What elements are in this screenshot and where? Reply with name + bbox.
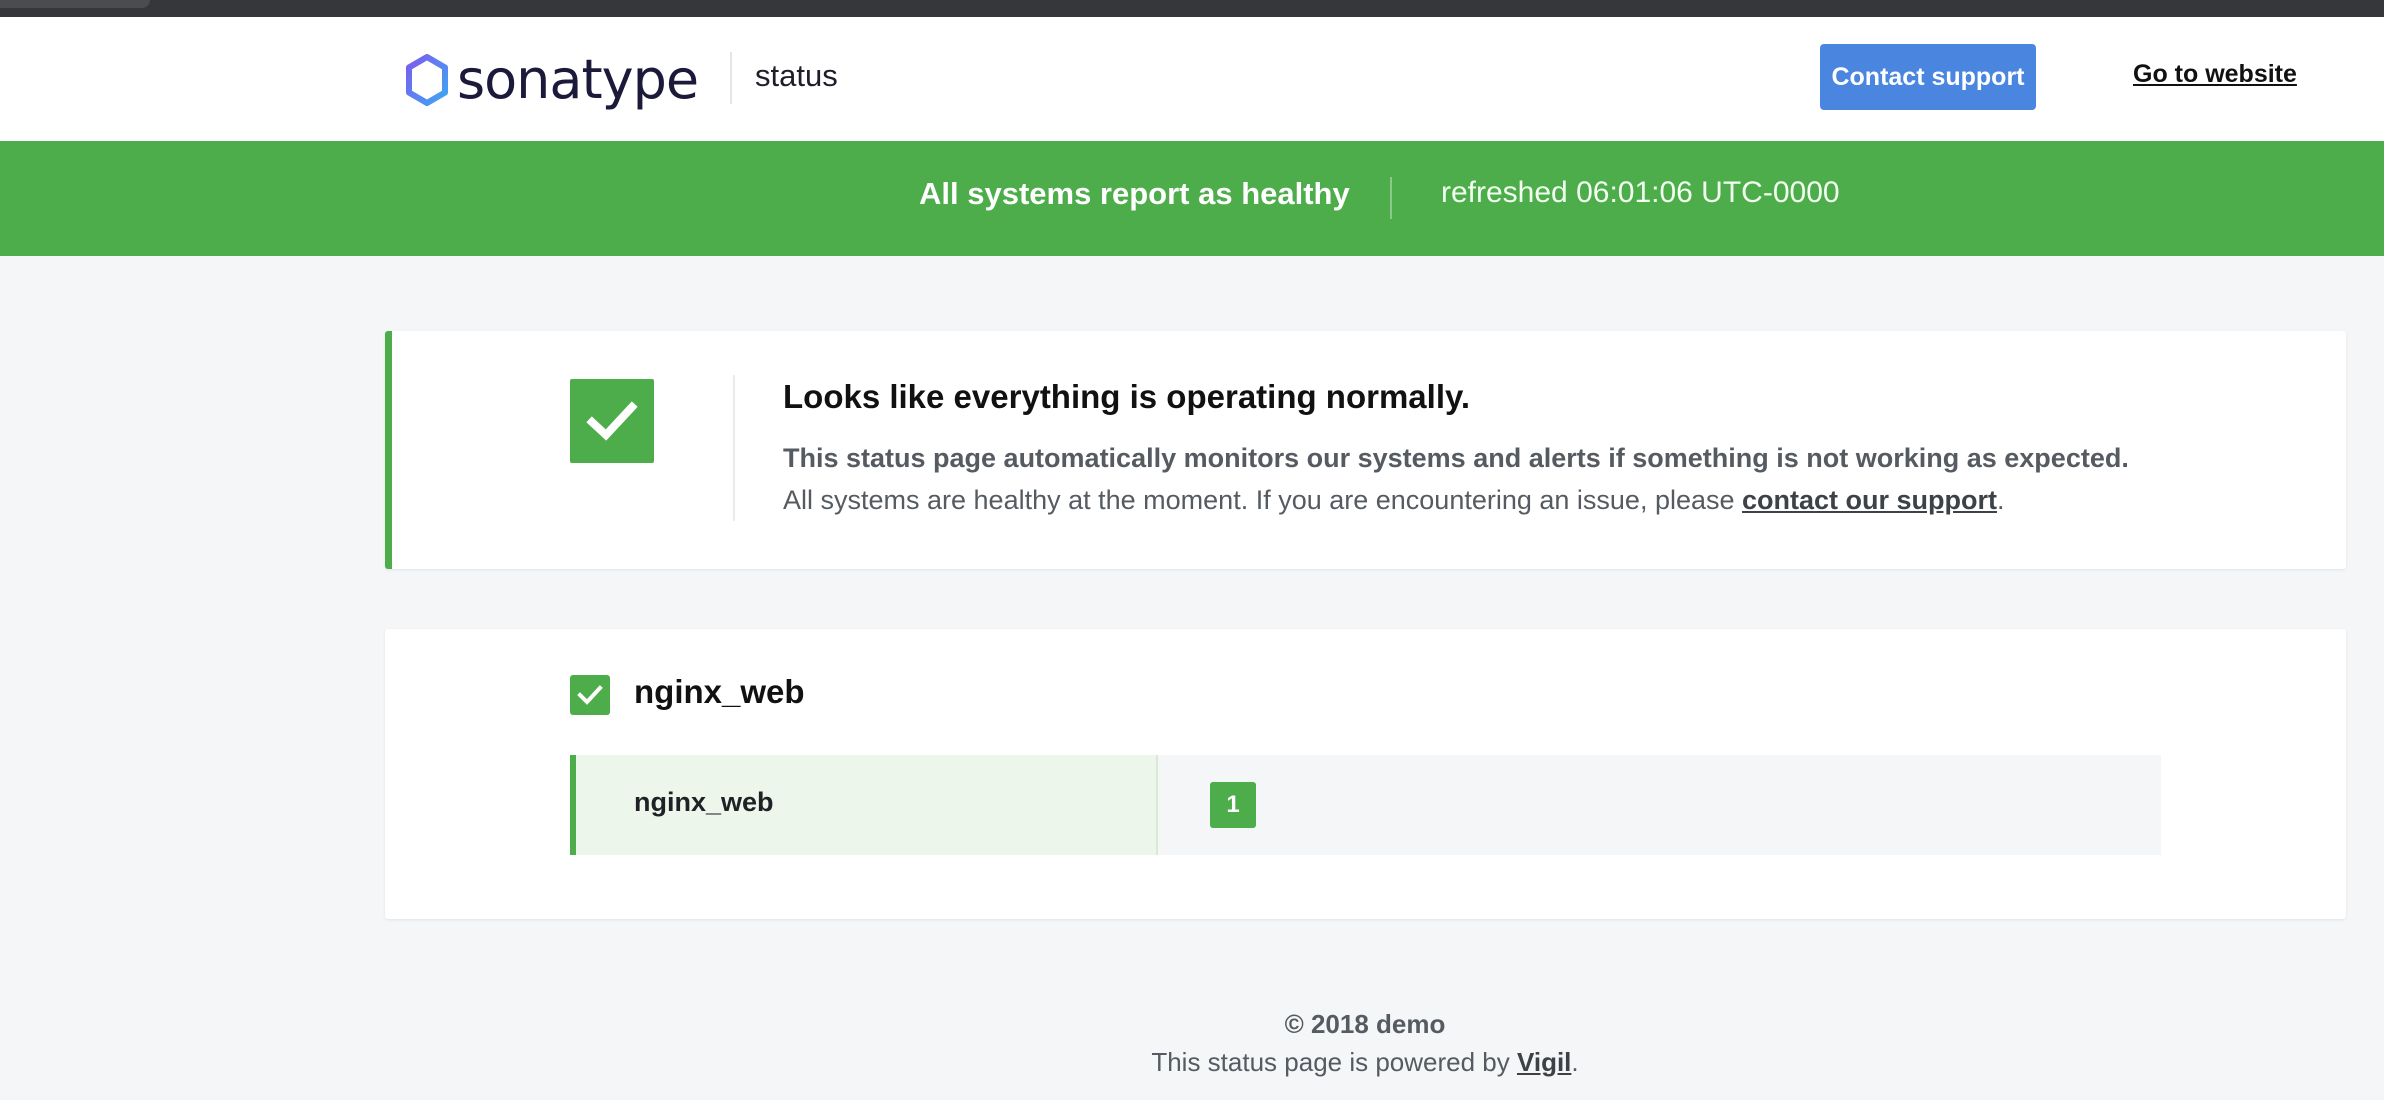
sonatype-logo-icon	[406, 54, 448, 106]
node-cell: nginx_web	[570, 755, 1158, 855]
contact-support-link[interactable]: contact our support	[1742, 485, 1997, 515]
services-card: nginx_web nginx_web 1	[385, 629, 2346, 919]
footer-copyright: © 2018 demo	[1284, 1009, 1446, 1039]
service-group-title: nginx_web	[634, 673, 805, 710]
summary-title: Looks like everything is operating norma…	[783, 378, 1471, 415]
browser-top-strip	[0, 0, 2384, 17]
summary-card: Looks like everything is operating norma…	[385, 331, 2346, 569]
summary-help-text: All systems are healthy at the moment. I…	[783, 485, 2005, 516]
banner-status-text: All systems report as healthy	[919, 176, 1350, 211]
summary-help-prefix: All systems are healthy at the moment. I…	[783, 485, 1743, 515]
go-to-website-link[interactable]: Go to website	[2133, 60, 2297, 89]
summary-divider	[733, 375, 735, 521]
banner-divider	[1390, 177, 1392, 219]
footer-powered-suffix: .	[1571, 1047, 1579, 1077]
banner-refreshed-time: refreshed 06:01:06 UTC-0000	[1441, 176, 1840, 209]
contact-support-button[interactable]: Contact support	[1820, 44, 2036, 110]
logo-wordmark: sonatype	[457, 48, 699, 111]
check-icon-small	[570, 675, 610, 715]
node-label: nginx_web	[634, 787, 774, 817]
service-node-row: nginx_web 1	[570, 755, 2161, 855]
check-icon	[570, 379, 654, 463]
summary-help-suffix: .	[1997, 485, 2005, 515]
footer-powered-prefix: This status page is powered by	[1151, 1047, 1517, 1077]
browser-tab-edge	[0, 0, 150, 8]
summary-description: This status page automatically monitors …	[783, 443, 2129, 473]
vigil-link[interactable]: Vigil	[1517, 1047, 1571, 1077]
header-section-label: status	[755, 58, 838, 93]
page-footer: © 2018 demo This status page is powered …	[0, 1005, 2384, 1081]
header-divider	[730, 52, 732, 104]
page-header: sonatype status Contact support Go to we…	[0, 17, 2384, 141]
status-banner: All systems report as healthy refreshed …	[0, 141, 2384, 256]
footer-powered-by: This status page is powered by Vigil.	[0, 1043, 2384, 1081]
logo[interactable]: sonatype	[403, 48, 699, 111]
replica-badge[interactable]: 1	[1210, 782, 1256, 828]
